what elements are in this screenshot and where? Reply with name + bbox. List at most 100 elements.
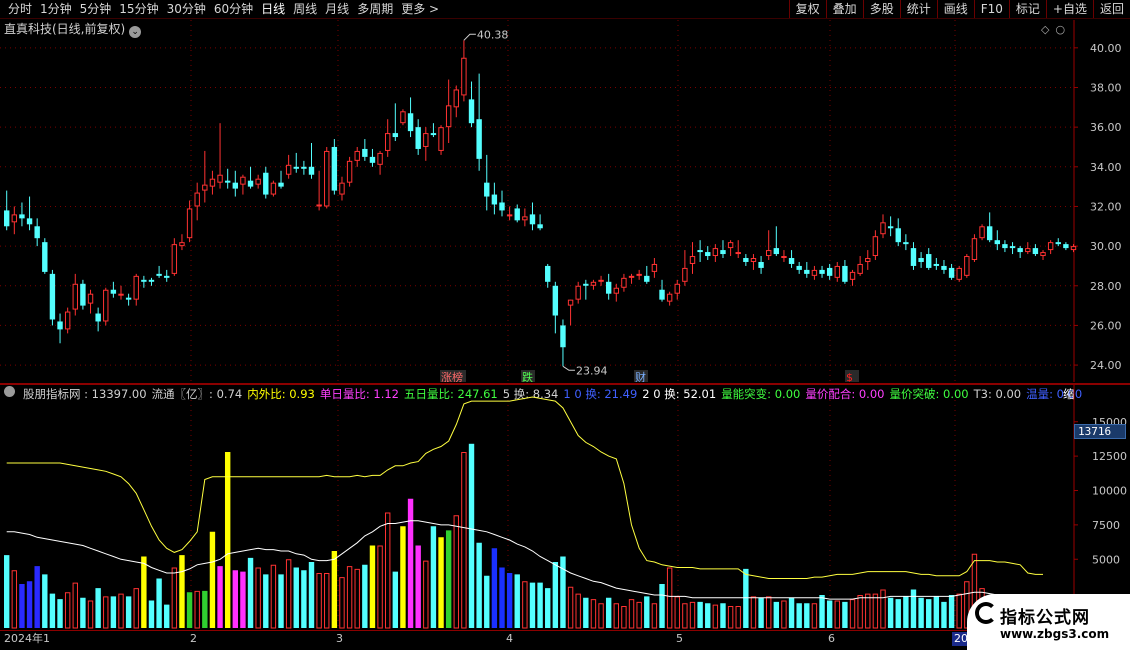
volume-bar xyxy=(423,560,429,629)
volume-bar xyxy=(194,590,200,629)
date-label: 5 xyxy=(676,632,683,645)
volume-bar xyxy=(636,601,642,629)
volume-bar xyxy=(834,600,840,629)
volume-bar xyxy=(560,556,566,628)
volume-bar xyxy=(164,604,170,628)
volume-bar xyxy=(910,589,917,628)
volume-bar xyxy=(57,599,63,628)
current-volume-label: 13716 xyxy=(1074,424,1126,439)
volume-bar xyxy=(156,578,162,628)
volume-bar xyxy=(34,566,40,628)
volume-bar xyxy=(11,570,18,629)
volume-bar xyxy=(857,595,863,629)
volume-bar xyxy=(263,574,269,628)
volume-bar xyxy=(682,603,688,629)
volume-bar xyxy=(933,596,940,628)
volume-bar xyxy=(346,566,353,629)
volume-bar xyxy=(506,573,513,628)
date-label: 4 xyxy=(506,632,513,645)
volume-bar xyxy=(727,606,734,629)
volume-bar xyxy=(415,545,421,628)
volume-bar xyxy=(590,599,597,629)
volume-bar xyxy=(125,596,132,628)
volume-bar xyxy=(476,542,482,628)
volume-bar xyxy=(918,597,924,628)
volume-bar xyxy=(278,574,284,628)
volume-bar xyxy=(407,498,414,628)
volume-bar xyxy=(522,581,528,629)
volume-bar xyxy=(186,592,193,628)
volume-bar xyxy=(64,592,71,629)
volume-bar xyxy=(865,593,871,629)
volume-bar xyxy=(209,531,216,628)
volume-bar xyxy=(171,567,178,629)
volume-bar xyxy=(247,557,254,628)
volume-bar xyxy=(720,603,726,628)
volume-bar xyxy=(377,545,383,629)
volume-bar xyxy=(354,568,360,629)
watermark-title: 指标公式网 xyxy=(1000,608,1090,628)
date-axis: 2024年1 2 3 4 5 6 202 xyxy=(0,630,1130,650)
volume-bar xyxy=(224,452,231,628)
volume-bar xyxy=(87,600,94,629)
volume-bar xyxy=(72,582,78,629)
volume-chart[interactable]: 15000125001000075005000 xyxy=(0,0,1130,650)
volume-bar xyxy=(758,597,764,628)
volume-bar xyxy=(438,537,444,628)
volume-bar xyxy=(705,603,711,628)
volume-bar xyxy=(202,590,208,628)
volume-bar xyxy=(491,548,498,628)
volume-bar xyxy=(453,515,459,629)
volume-bar xyxy=(605,597,612,628)
watermark-logo-icon xyxy=(975,602,997,624)
volume-bar xyxy=(285,559,292,629)
volume-bar xyxy=(872,593,879,629)
volume-bar xyxy=(621,606,627,629)
volume-bar xyxy=(545,588,551,628)
volume-bar xyxy=(689,601,696,629)
volume-bar xyxy=(773,601,780,628)
volume-bar xyxy=(804,603,810,628)
volume-bar xyxy=(743,568,749,628)
volume-bar xyxy=(461,452,467,629)
volume-bar xyxy=(575,593,581,629)
volume-bar xyxy=(141,556,147,628)
volume-bar xyxy=(293,567,299,628)
date-label: 2 xyxy=(190,632,197,645)
volume-bar xyxy=(362,564,368,628)
volume-tick-label: 5000 xyxy=(1092,553,1120,566)
volume-bar xyxy=(308,562,315,628)
volume-bar xyxy=(514,574,520,628)
volume-bar xyxy=(583,597,589,628)
volume-bar xyxy=(674,596,680,629)
volume-bar xyxy=(49,593,56,628)
volume-bar xyxy=(895,599,901,628)
volume-bar xyxy=(232,570,238,628)
volume-bar xyxy=(400,526,406,628)
volume-bar xyxy=(19,584,25,628)
volume-bar xyxy=(781,600,787,629)
volume-bar xyxy=(301,570,307,628)
volume-bar xyxy=(255,567,261,629)
volume-bar xyxy=(956,593,962,629)
volume-bar xyxy=(712,604,719,629)
volume-bar xyxy=(103,596,109,629)
volume-tick-label: 10000 xyxy=(1092,485,1127,498)
volume-tick-label: 7500 xyxy=(1092,519,1120,532)
volume-bar xyxy=(750,596,757,629)
volume-bar xyxy=(110,596,117,628)
volume-bar xyxy=(179,555,185,628)
volume-bar xyxy=(445,530,452,628)
volume-bar xyxy=(484,575,490,628)
volume-bar xyxy=(537,582,543,628)
volume-bar xyxy=(811,603,818,629)
volume-bar xyxy=(697,601,703,628)
volume-bar xyxy=(766,596,772,629)
volume-bar xyxy=(339,577,345,629)
volume-bar xyxy=(941,601,947,628)
volume-bar xyxy=(240,571,246,628)
volume-bar xyxy=(95,588,101,628)
volume-bar xyxy=(880,589,886,629)
volume-bar xyxy=(796,603,802,628)
volume-bar xyxy=(552,562,559,628)
